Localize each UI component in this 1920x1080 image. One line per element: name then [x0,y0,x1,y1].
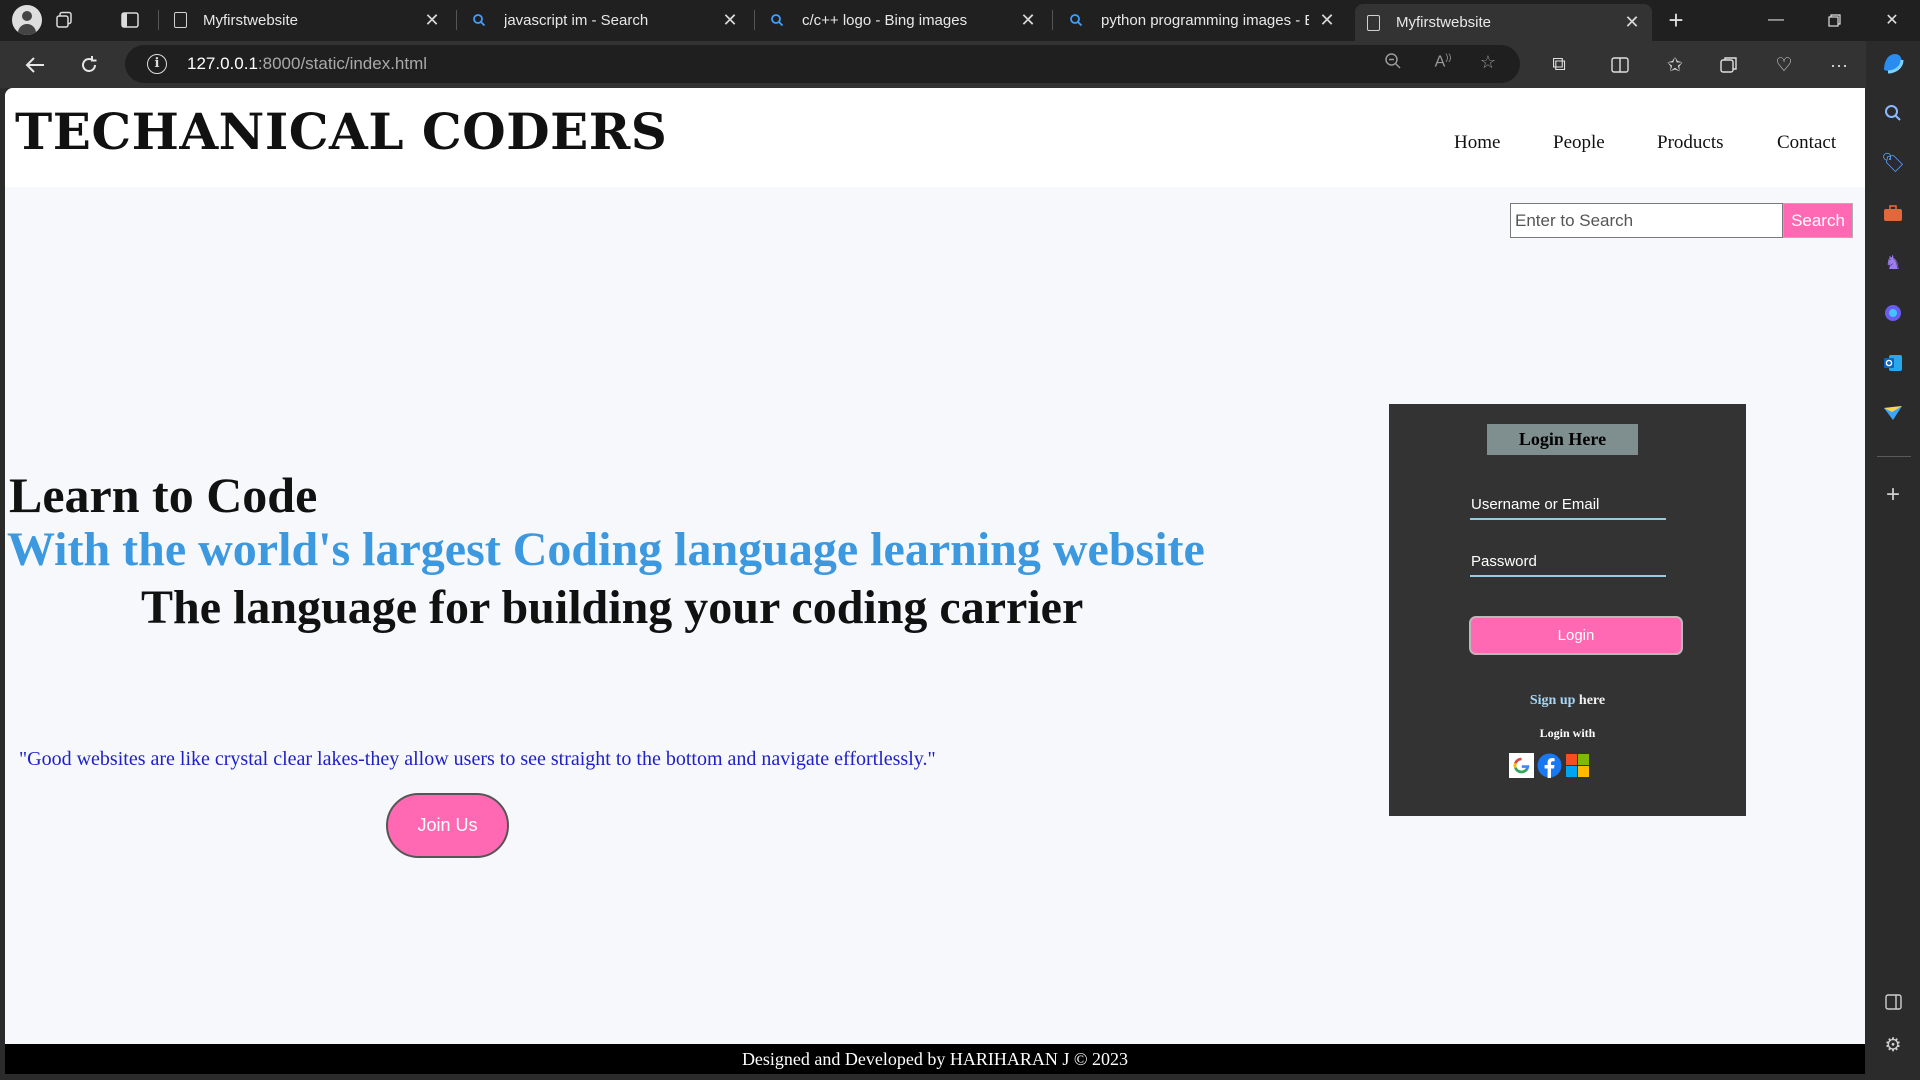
site-info-icon[interactable]: i [147,54,167,74]
browser-address-bar: i 127.0.0.1:8000/static/index.html A)) ☆… [0,41,1920,88]
nav-products-link[interactable]: Products [1657,132,1724,154]
login-button[interactable]: Login [1469,616,1683,655]
shopping-tag-icon[interactable]: 🏷 [1879,149,1907,177]
browser-sidebar: 🏷 ♞ + ⚙ [1866,41,1920,1080]
refresh-icon[interactable] [73,49,105,81]
split-screen-icon[interactable] [1604,49,1636,81]
microsoft-icon[interactable] [1565,753,1590,778]
signup-link[interactable]: Sign up [1530,693,1576,708]
nav-people-link[interactable]: People [1553,132,1605,154]
collections-icon[interactable] [1713,49,1745,81]
tab-myfirstwebsite-1[interactable]: Myfirstwebsite ✕ [162,2,452,38]
quote-text: "Good websites are like crystal clear la… [19,748,936,770]
close-icon[interactable]: ✕ [1319,10,1335,31]
workspaces-icon[interactable] [49,5,79,35]
hide-sidebar-icon[interactable] [1879,988,1907,1016]
microsoft-365-icon[interactable] [1879,299,1907,327]
more-menu-icon[interactable]: ··· [1823,49,1855,81]
hero-heading: Learn to Code [9,467,318,523]
favorites-icon[interactable]: ✩ [1659,49,1691,81]
signup-line: Sign up here [1389,693,1746,709]
window-close-icon[interactable]: ✕ [1864,0,1920,40]
minimize-icon[interactable]: — [1748,0,1804,40]
login-title: Login Here [1487,424,1638,455]
copilot-icon[interactable] [1879,49,1907,77]
tab-title: Myfirstwebsite [1396,14,1492,31]
login-with-label: Login with [1539,726,1596,740]
url-host: 127.0.0.1 [187,54,258,73]
search-icon[interactable] [1879,99,1907,127]
vertical-tabs-icon[interactable] [115,5,145,35]
page-icon [1367,14,1380,31]
tab-title: javascript im - Search [504,11,649,29]
profile-avatar-icon[interactable] [12,5,42,35]
outlook-icon[interactable] [1879,349,1907,377]
add-plus-icon[interactable]: + [1879,481,1907,509]
close-icon[interactable]: ✕ [424,10,440,31]
signup-rest-text: here [1575,693,1606,708]
tab-separator [158,10,159,30]
drop-send-icon[interactable] [1879,399,1907,427]
google-icon[interactable] [1509,753,1534,778]
browser-essentials-icon[interactable]: ♡ [1768,49,1800,81]
tab-separator [754,10,755,30]
site-footer: Designed and Developed by HARIHARAN J © … [5,1044,1865,1074]
address-field[interactable]: i 127.0.0.1:8000/static/index.html A)) ☆ [125,45,1520,83]
restore-icon[interactable] [1806,0,1862,40]
password-field[interactable] [1470,547,1666,577]
search-icon [770,13,784,27]
close-icon[interactable]: ✕ [1020,10,1036,31]
tab-title: Myfirstwebsite [203,11,299,29]
close-icon[interactable]: ✕ [722,10,738,31]
tab-separator [456,10,457,30]
tools-briefcase-icon[interactable] [1879,199,1907,227]
join-us-button[interactable]: Join Us [386,793,509,858]
tab-myfirstwebsite-active[interactable]: Myfirstwebsite ✕ [1355,4,1652,41]
site-brand-title: TECHANICAL CODERS [15,102,668,161]
url-text[interactable]: 127.0.0.1:8000/static/index.html [187,54,427,74]
favorite-star-icon[interactable]: ☆ [1475,52,1501,76]
username-field[interactable] [1470,490,1666,520]
page-icon [174,12,187,28]
tab-title: python programming images - B [1101,11,1309,29]
back-arrow-icon[interactable] [19,49,51,81]
settings-gear-icon[interactable]: ⚙ [1879,1031,1907,1059]
nav-contact-link[interactable]: Contact [1777,132,1836,154]
zoom-out-icon[interactable] [1380,52,1406,76]
hero-subheading: With the world's largest Coding language… [7,523,1205,576]
hero-tagline: The language for building your coding ca… [141,581,1084,634]
page-viewport: TECHANICAL CODERS Home People Products C… [5,88,1865,1074]
close-icon[interactable]: ✕ [1624,12,1640,33]
sidebar-divider [1877,456,1911,457]
search-icon [472,13,486,27]
facebook-icon[interactable] [1537,753,1562,778]
search-input[interactable] [1510,203,1783,238]
search-button[interactable]: Search [1783,203,1853,238]
read-aloud-icon[interactable]: A)) [1430,52,1456,76]
site-header: TECHANICAL CODERS Home People Products C… [5,88,1865,187]
browser-tab-bar: Myfirstwebsite ✕ javascript im - Search … [0,0,1920,41]
login-card: Login Here Login Sign up here Login with [1389,404,1746,816]
tab-javascript-search[interactable]: javascript im - Search ✕ [460,2,750,38]
tab-cpp-logo-images[interactable]: c/c++ logo - Bing images ✕ [758,2,1048,38]
tab-python-images[interactable]: python programming images - B ✕ [1057,2,1347,38]
tab-separator [1052,10,1053,30]
nav-home-link[interactable]: Home [1454,132,1500,154]
extensions-icon[interactable]: ⧉ [1543,49,1575,81]
search-icon [1069,13,1083,27]
tab-title: c/c++ logo - Bing images [802,11,968,29]
new-tab-plus-icon[interactable]: + [1661,5,1691,35]
url-path: :8000/static/index.html [257,54,428,73]
games-chess-icon[interactable]: ♞ [1879,249,1907,277]
